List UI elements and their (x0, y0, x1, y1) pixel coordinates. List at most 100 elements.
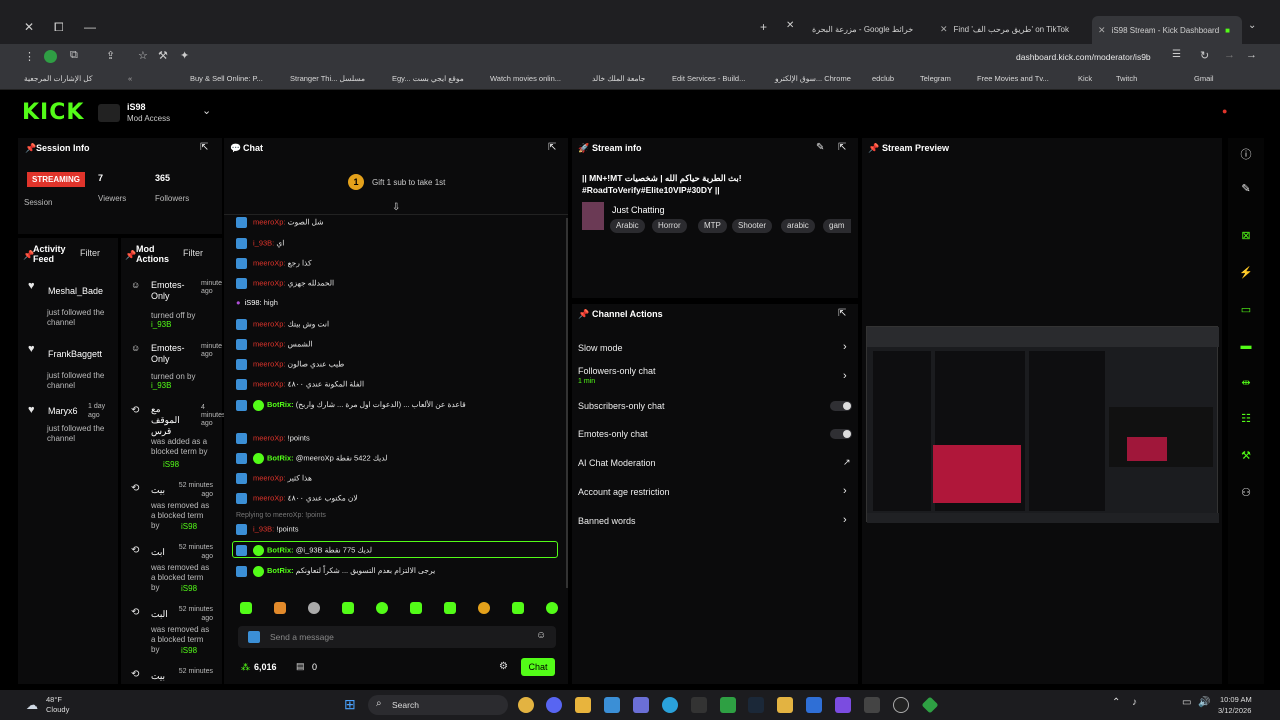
chevron-right-icon[interactable]: › (843, 370, 847, 382)
puzzle-icon[interactable]: ✦ (180, 49, 189, 62)
tag-chip[interactable]: Horror (652, 219, 687, 233)
tag-chip[interactable]: MTP (698, 219, 727, 233)
chevron-down-icon[interactable]: ⌄ (202, 104, 211, 117)
weather-desc[interactable]: Cloudy (46, 705, 69, 714)
emote-icon[interactable] (478, 602, 490, 614)
close-tab-icon[interactable]: ✕ (786, 20, 794, 31)
weather-temp[interactable]: 48°F (46, 695, 62, 704)
slow-mode-label[interactable]: Slow mode (578, 343, 623, 353)
chat-username[interactable]: meeroXp: (253, 278, 286, 287)
restore-window-icon[interactable]: ⧠ (54, 20, 64, 35)
emote-icon[interactable] (410, 602, 422, 614)
chat-message[interactable]: ● iS98: high (236, 298, 278, 307)
close-icon[interactable]: ✕ (940, 24, 948, 35)
tab-tiktok[interactable]: ✕ Find 'طريق مرحب الف' on TikTok (940, 18, 1080, 40)
share-icon[interactable]: ⇪ (106, 49, 115, 62)
bookmark-item[interactable]: Twitch (1116, 74, 1137, 83)
chat-username[interactable]: meeroXp: (253, 339, 286, 348)
edit-pencil-icon[interactable]: ✎ (816, 142, 824, 153)
bookmark-item[interactable]: edclub (872, 74, 894, 83)
gift-banner[interactable]: Gift 1 sub to take 1st (372, 178, 445, 187)
chat-message[interactable]: meeroXp: شل الصوت (236, 217, 323, 228)
activity-filter-button[interactable]: Filter (80, 248, 100, 258)
followers-only-label[interactable]: Followers-only chat (578, 366, 656, 376)
tab-google-maps[interactable]: مزرعة البحرة - Google خرائط (812, 18, 927, 40)
steam-icon[interactable] (748, 697, 764, 713)
close-box-icon[interactable]: ⊠ (1238, 229, 1254, 243)
kick-logo[interactable]: KICK (22, 100, 84, 125)
chat-username[interactable]: meeroXp: (253, 217, 286, 226)
chat-username[interactable]: BotRix: (267, 453, 294, 462)
info-icon[interactable]: ⓘ (1238, 146, 1254, 161)
volume-icon[interactable]: 🔊 (1198, 697, 1210, 708)
app-icon[interactable] (835, 697, 851, 713)
chevron-right-icon[interactable]: › (843, 514, 847, 526)
clock-time[interactable]: 10:09 AM (1220, 695, 1252, 704)
mod-filter-button[interactable]: Filter (183, 248, 203, 258)
forward-icon[interactable]: → (1224, 49, 1235, 61)
chat-username[interactable]: i_93B: (253, 524, 274, 533)
chat-message[interactable]: meeroXp: الحمدلله جهزي (236, 278, 334, 289)
chat-username[interactable]: meeroXp: (253, 493, 286, 502)
layout-icon[interactable]: ☷ (1238, 412, 1254, 426)
bookmark-item[interactable]: Watch movies onlin... (490, 74, 561, 83)
emote-icon[interactable] (376, 602, 388, 614)
emote-icon[interactable] (274, 602, 286, 614)
chat-message[interactable]: meeroXp: الشمس (236, 339, 313, 350)
emotes-only-label[interactable]: Emotes-only chat (578, 429, 648, 439)
store-app-icon[interactable] (604, 697, 620, 713)
preview-video[interactable] (866, 326, 1219, 523)
bookmark-item[interactable]: جامعة الملك خالد (592, 74, 645, 83)
chat-message[interactable]: meeroXp: انت وش بيتك (236, 319, 329, 330)
chat-message[interactable]: i_93B: اي (236, 238, 284, 249)
store-icon[interactable]: ▤ (296, 661, 305, 672)
document-icon[interactable]: ▭ (1238, 303, 1254, 317)
emoji-icon[interactable]: ☺ (536, 630, 546, 641)
tag-chip[interactable]: arabic (781, 219, 815, 233)
emote-icon[interactable] (512, 602, 524, 614)
chevron-left-icon[interactable]: « (128, 74, 132, 83)
profile-avatar-icon[interactable] (44, 50, 57, 63)
app-icon[interactable] (777, 697, 793, 713)
chat-username[interactable]: meeroXp: (253, 379, 286, 388)
emotes-only-toggle[interactable] (830, 429, 852, 439)
emote-icon[interactable] (240, 602, 252, 614)
chat-message[interactable]: BotRix: @meeroXp لديك 5422 نقطة (236, 453, 387, 464)
extensions-icon[interactable]: ⧉ (70, 49, 78, 62)
popout-icon[interactable]: ⇱ (548, 142, 556, 153)
bookmark-item[interactable]: Buy & Sell Online: P... (190, 74, 263, 83)
chat-username[interactable]: meeroXp: (253, 473, 286, 482)
popout-icon[interactable]: ⇱ (838, 142, 846, 153)
clock-date[interactable]: 3/12/2026 (1218, 706, 1251, 715)
chat-message[interactable]: meeroXp: هذا كثير (236, 473, 312, 484)
chat-message[interactable]: i_93B: !points (236, 524, 298, 535)
windows-start-icon[interactable]: ⊞ (344, 696, 356, 713)
category-thumbnail[interactable] (582, 202, 604, 230)
chat-input[interactable]: Send a message ☺ (238, 626, 556, 648)
app-icon[interactable] (691, 697, 707, 713)
lightning-icon[interactable]: ⚡ (1238, 266, 1254, 280)
subscribers-only-label[interactable]: Subscribers-only chat (578, 401, 665, 411)
tab-kick-dashboard[interactable]: ✕ iS98 Stream - Kick Dashboard ■ (1092, 16, 1242, 44)
wrench-icon[interactable]: ⚒ (1238, 449, 1254, 463)
bookmark-item[interactable]: Gmail (1194, 74, 1214, 83)
gift-icon[interactable]: 1 (348, 174, 364, 190)
split-icon[interactable]: ⇹ (1238, 376, 1254, 390)
emote-icon[interactable] (308, 602, 320, 614)
discord-icon[interactable] (546, 697, 562, 713)
back-icon[interactable]: → (1246, 49, 1257, 61)
close-icon[interactable]: ✕ (1098, 25, 1106, 36)
subscribers-only-toggle[interactable] (830, 401, 852, 411)
stream-category[interactable]: Just Chatting (612, 205, 665, 215)
chat-message[interactable]: BotRix: (الدعوات اول مرة ... شارك واربح)… (236, 399, 564, 411)
chevron-right-icon[interactable]: › (843, 341, 847, 353)
new-tab-icon[interactable]: + (760, 20, 767, 34)
pause-scroll-icon[interactable]: ⇩ (392, 202, 400, 213)
bookmark-item[interactable]: سوق الإلكترو... Chrome (775, 74, 851, 83)
app-icon[interactable] (806, 697, 822, 713)
app-icon[interactable] (633, 697, 649, 713)
edit-icon[interactable]: ✎ (1238, 182, 1254, 196)
chat-message[interactable]: meeroXp: كذا رجع (236, 258, 312, 269)
network-icon[interactable]: ▭ (1182, 697, 1191, 708)
external-link-icon[interactable]: ↗ (843, 457, 851, 468)
